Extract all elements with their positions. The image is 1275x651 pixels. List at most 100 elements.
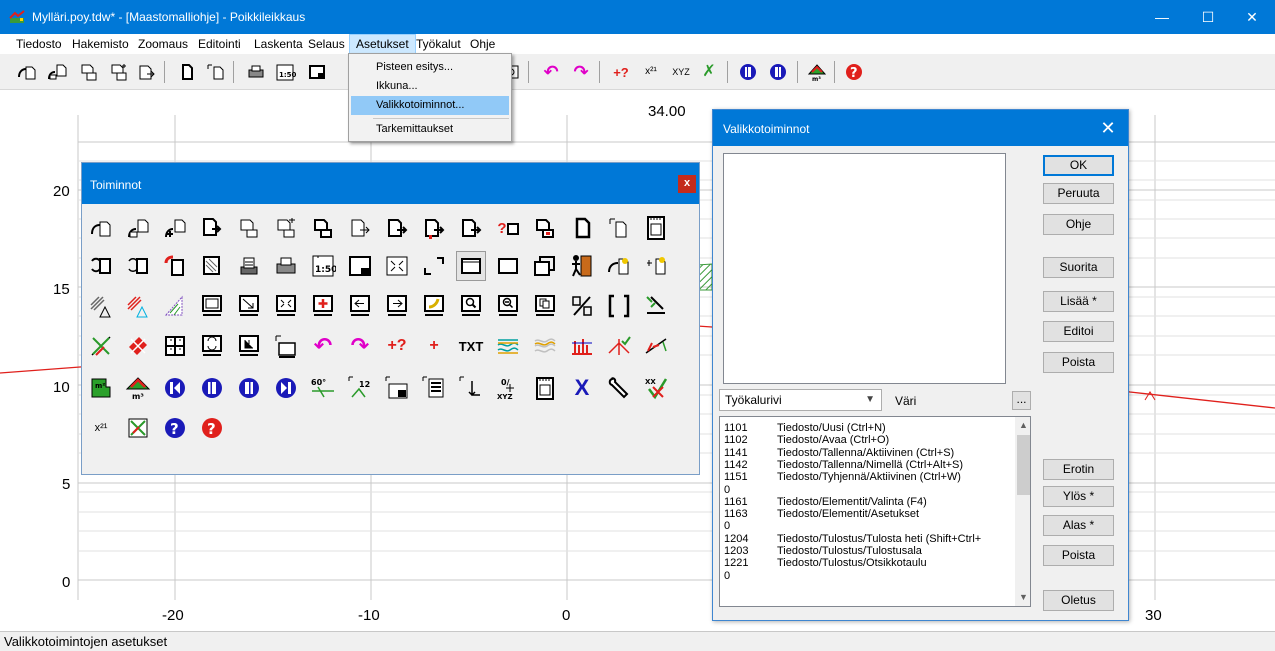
last-icon[interactable]: [271, 373, 301, 403]
first-icon[interactable]: [160, 373, 190, 403]
save-icon[interactable]: [78, 61, 100, 83]
open-icon[interactable]: [123, 213, 153, 243]
edit-button[interactable]: Editoi: [1043, 321, 1114, 342]
next-icon[interactable]: [767, 61, 789, 83]
bracket-frame-icon[interactable]: [604, 291, 634, 321]
prev-icon[interactable]: [197, 373, 227, 403]
print-scale-icon[interactable]: 1:50: [308, 251, 338, 281]
menu-editointi[interactable]: Editointi: [192, 34, 247, 54]
clear-unsaved-icon[interactable]: [419, 213, 449, 243]
element-settings-icon[interactable]: [604, 213, 634, 243]
copy-window-icon[interactable]: [530, 291, 560, 321]
print-area-icon[interactable]: [345, 251, 375, 281]
measure-delete-icon[interactable]: [86, 331, 116, 361]
new-icon[interactable]: [16, 61, 38, 83]
element-select-icon[interactable]: [567, 213, 597, 243]
menu-item-tarkemittaukset[interactable]: Tarkemittaukset: [351, 120, 509, 139]
grid-icon[interactable]: [160, 331, 190, 361]
cascade-icon[interactable]: [530, 251, 560, 281]
open-yellow-icon[interactable]: [641, 251, 671, 281]
prev-icon[interactable]: [737, 61, 759, 83]
menu-tyokalut[interactable]: Työkalut: [410, 34, 467, 54]
xyz-icon[interactable]: XYZ: [670, 61, 692, 83]
move-down-button[interactable]: Alas *: [1043, 515, 1114, 536]
help-blue-icon[interactable]: ?: [160, 413, 190, 443]
separator-button[interactable]: Erotin: [1043, 459, 1114, 480]
pan-right-icon[interactable]: [382, 291, 412, 321]
element-select-icon[interactable]: [176, 61, 198, 83]
save-as-icon[interactable]: [108, 61, 130, 83]
toiminnot-close-button[interactable]: x: [678, 175, 696, 193]
wrench-icon[interactable]: [604, 373, 634, 403]
maximize-button[interactable]: ☐: [1185, 0, 1231, 34]
save-icon[interactable]: [197, 213, 227, 243]
menu-type-select[interactable]: Työkalurivi ▼: [719, 389, 882, 411]
corner-frame-icon[interactable]: [419, 251, 449, 281]
window-small-icon[interactable]: [271, 331, 301, 361]
import-icon[interactable]: [86, 251, 116, 281]
triangle-hatch-icon[interactable]: [86, 291, 116, 321]
print-scale-icon[interactable]: 1:50: [274, 61, 296, 83]
element-list-icon[interactable]: [641, 213, 671, 243]
menu-item-ikkuna[interactable]: Ikkuna...: [351, 77, 509, 96]
print-area-icon[interactable]: [306, 61, 328, 83]
menu-item-pisteen-esitys[interactable]: Pisteen esitys...: [351, 58, 509, 77]
help-button[interactable]: Ohje: [1043, 214, 1114, 235]
remove-button[interactable]: Poista: [1043, 352, 1114, 373]
measure-scale-icon[interactable]: [123, 413, 153, 443]
minimize-button[interactable]: —: [1139, 0, 1185, 34]
command-list[interactable]: 1101 Tiedosto/Uusi (Ctrl+N) 1102 Tiedosto/A…: [719, 416, 1031, 607]
ok-button[interactable]: OK: [1043, 155, 1114, 176]
profile-chart-icon[interactable]: [567, 331, 597, 361]
pan-yellow-icon[interactable]: [419, 291, 449, 321]
window-icon[interactable]: [197, 291, 227, 321]
export-icon[interactable]: [123, 251, 153, 281]
delete-all-icon[interactable]: ✗: [698, 61, 720, 83]
open-icon[interactable]: [46, 61, 68, 83]
measure-icon[interactable]: [641, 291, 671, 321]
profile-check-icon[interactable]: [604, 331, 634, 361]
color-picker-button[interactable]: ...: [1012, 391, 1031, 410]
hatch-delete-icon[interactable]: [123, 331, 153, 361]
dialog-close-button[interactable]: ✕: [1096, 116, 1120, 140]
run-button[interactable]: Suorita: [1043, 257, 1114, 278]
volume-icon[interactable]: m³: [123, 373, 153, 403]
triangle-cyan-icon[interactable]: [123, 291, 153, 321]
query-icon[interactable]: ?: [493, 213, 523, 243]
exponent-icon[interactable]: x²¹: [86, 413, 116, 443]
menu-hakemisto[interactable]: Hakemisto: [66, 34, 135, 54]
move-up-button[interactable]: Ylös *: [1043, 486, 1114, 507]
save-copy-icon[interactable]: [530, 213, 560, 243]
percent-icon[interactable]: [567, 291, 597, 321]
zoom-magnify-icon[interactable]: [456, 291, 486, 321]
numbering-icon[interactable]: 12: [345, 373, 375, 403]
add-button[interactable]: Lisää *: [1043, 291, 1114, 312]
menu-item-valikkotoiminnot[interactable]: Valikkotoiminnot...: [351, 96, 509, 115]
insert-point-icon[interactable]: +?: [382, 331, 412, 361]
scale-list-icon[interactable]: [382, 373, 412, 403]
menu-laskenta[interactable]: Laskenta: [248, 34, 309, 54]
pattern-icon[interactable]: [197, 251, 227, 281]
zoom-all-icon[interactable]: [271, 291, 301, 321]
undo-icon[interactable]: ↶: [540, 61, 562, 83]
clear-icon[interactable]: [345, 213, 375, 243]
scroll-up-icon[interactable]: ▲: [1015, 417, 1030, 434]
coordinate-icon[interactable]: [456, 373, 486, 403]
zoom-out-icon[interactable]: [493, 291, 523, 321]
save-all-icon[interactable]: [308, 213, 338, 243]
frame-icon[interactable]: [493, 251, 523, 281]
remove-command-button[interactable]: Poista: [1043, 545, 1114, 566]
scroll-down-icon[interactable]: ▼: [1015, 589, 1030, 606]
undo-icon[interactable]: ↶: [308, 331, 338, 361]
redo-icon[interactable]: ↷: [570, 61, 592, 83]
element-settings-icon[interactable]: [205, 61, 227, 83]
sheet-list-icon[interactable]: [419, 373, 449, 403]
add-point-icon[interactable]: +: [419, 331, 449, 361]
triangle-mesh-icon[interactable]: [160, 291, 190, 321]
menu-tiedosto[interactable]: Tiedosto: [10, 34, 68, 54]
xyz-icon[interactable]: 0/XYZ: [493, 373, 523, 403]
toolbar-items-list[interactable]: [723, 153, 1006, 384]
menu-asetukset[interactable]: Asetukset: [349, 34, 416, 54]
clear-ask-icon[interactable]: [456, 213, 486, 243]
command-list-scrollbar[interactable]: ▲ ▼: [1015, 417, 1030, 606]
